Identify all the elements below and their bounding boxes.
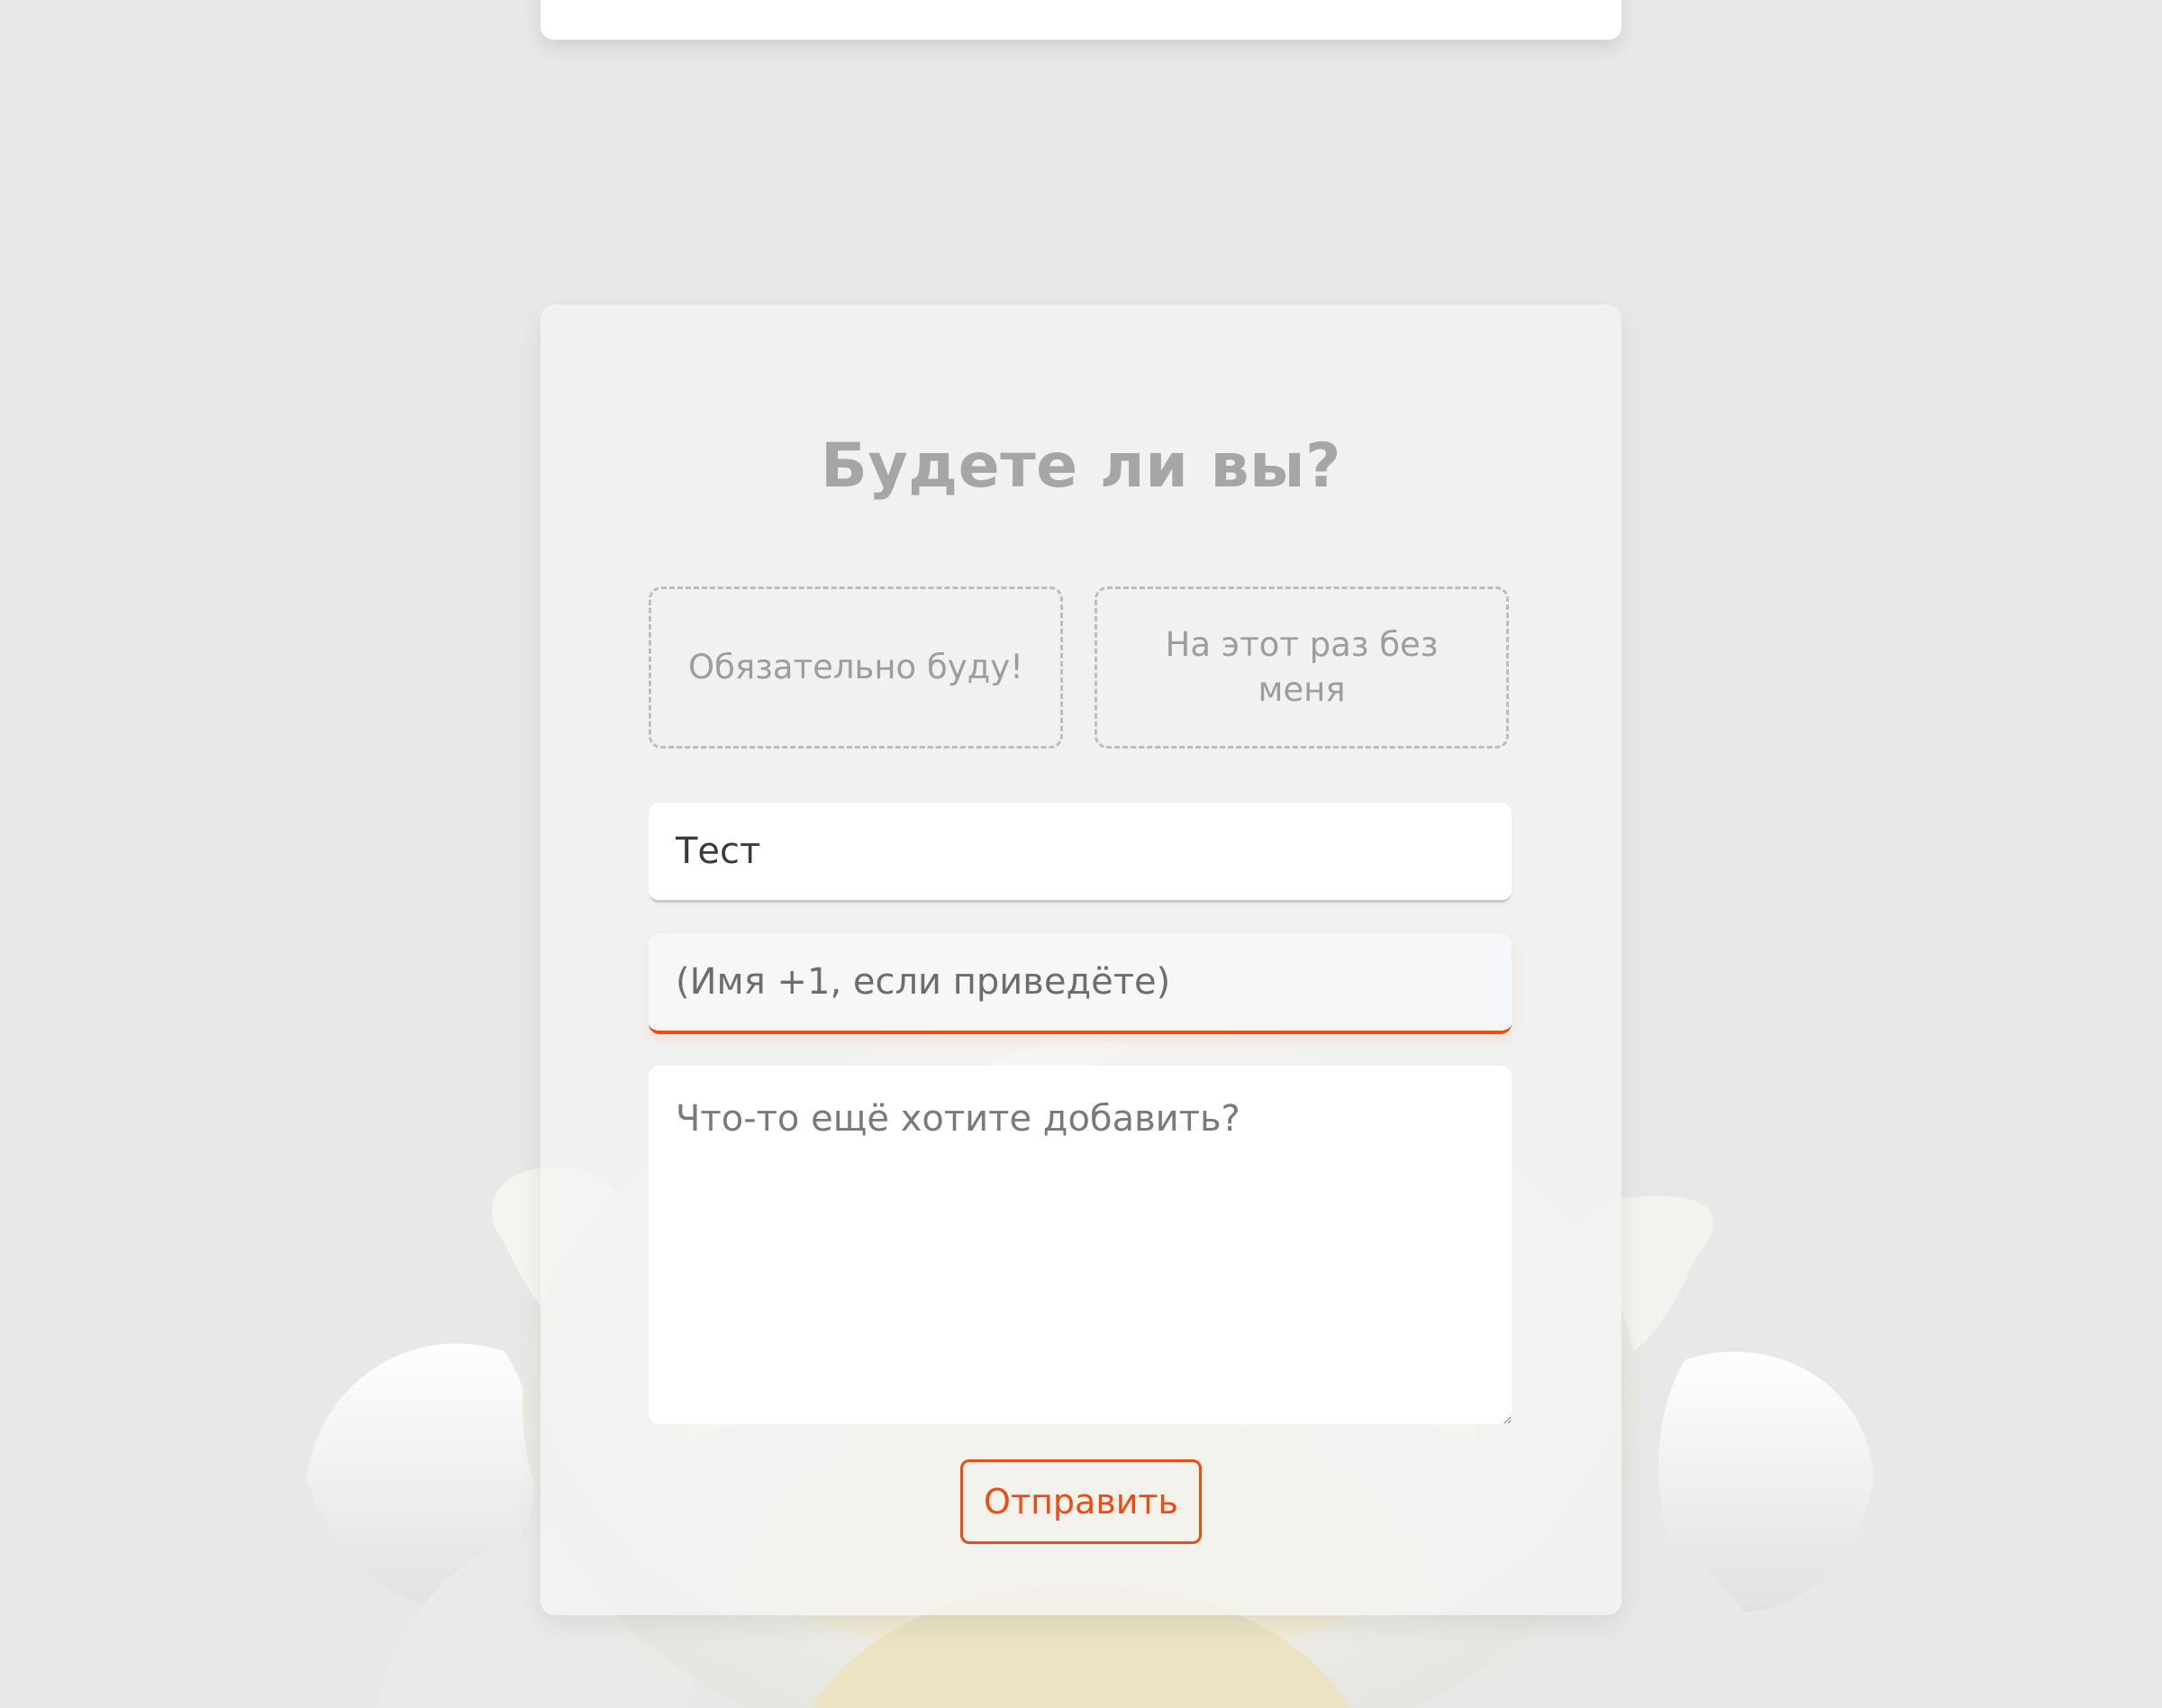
comment-textarea[interactable] [649,1066,1512,1424]
guest-name-input[interactable] [649,933,1512,1034]
submit-button[interactable]: Отправить [960,1459,1202,1544]
attend-yes-option[interactable]: Обязательно буду! [649,586,1063,749]
attend-no-option[interactable]: На этот раз без меня [1095,586,1509,749]
name-input[interactable] [649,803,1512,903]
attend-no-label: На этот раз без меня [1165,625,1439,709]
previous-section-card [540,0,1622,40]
rsvp-form-card: Будете ли вы? Обязательно буду! На этот … [540,304,1622,1615]
attend-yes-label: Обязательно буду! [688,648,1023,686]
page: Будете ли вы? Обязательно буду! На этот … [0,0,2162,1708]
rsvp-title: Будете ли вы? [821,431,1341,502]
